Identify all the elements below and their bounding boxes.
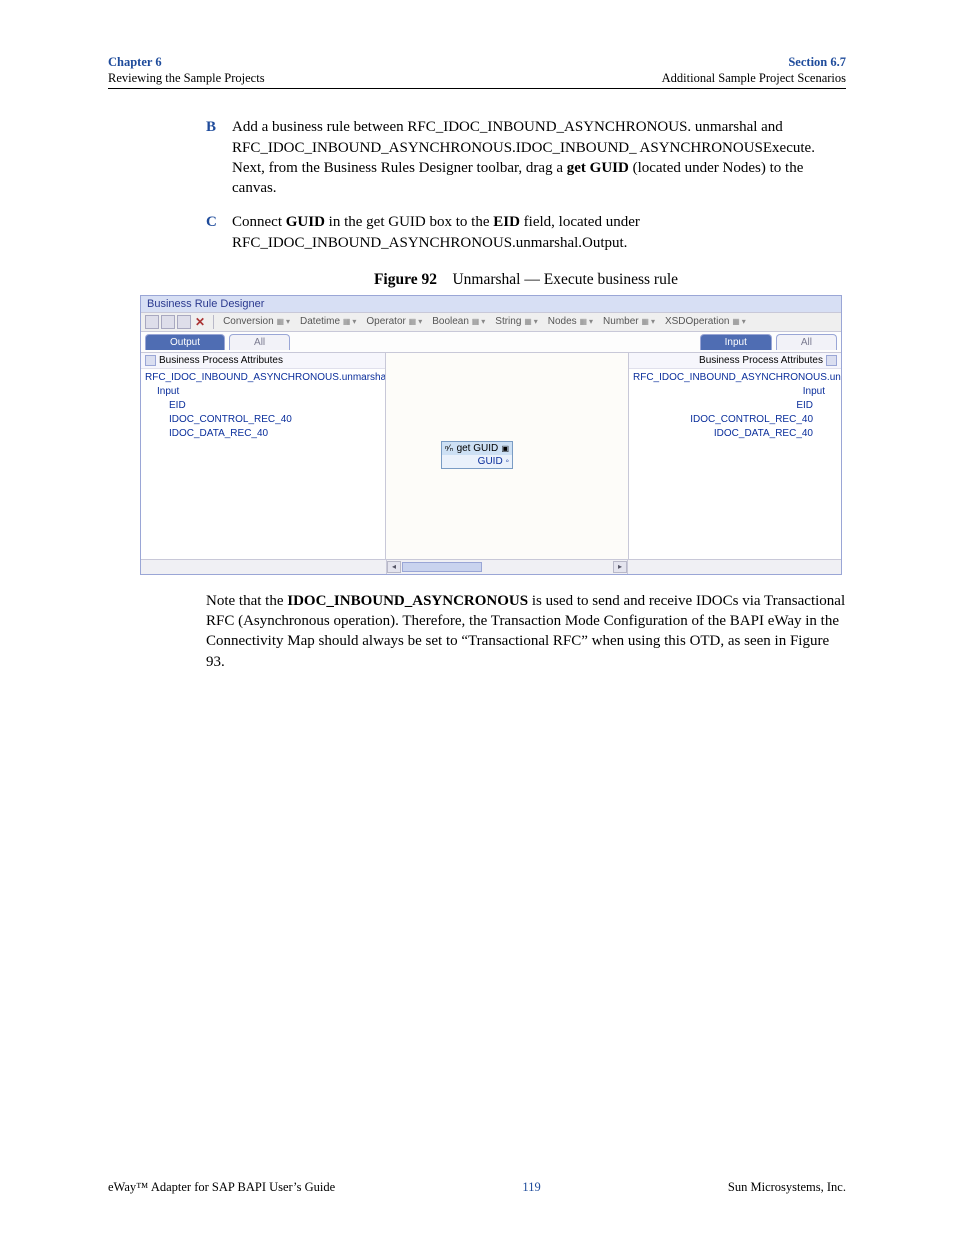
tree-item[interactable]: IDOC_CONTROL_REC_40: [145, 413, 381, 427]
tree-item[interactable]: EID: [145, 399, 381, 413]
toolbar-menu[interactable]: XSDOperation ▦▾: [662, 316, 751, 327]
canvas-node-get-guid[interactable]: ⁿ⁄ₙget GUID▣ GUID ◦: [441, 441, 513, 469]
figure-text: Unmarshal — Execute business rule: [452, 271, 678, 288]
toolbar-menu[interactable]: Boolean ▦▾: [429, 316, 490, 327]
designer-canvas[interactable]: ⁿ⁄ₙget GUID▣ GUID ◦: [386, 353, 628, 559]
step-c-marker: C: [206, 212, 232, 253]
canvas-node-field[interactable]: GUID ◦: [442, 455, 512, 468]
chapter-subtitle: Reviewing the Sample Projects: [108, 71, 265, 87]
step-b: B Add a business rule between RFC_IDOC_I…: [206, 117, 846, 198]
toolbar-menu[interactable]: Nodes ▦▾: [545, 316, 598, 327]
tab-output[interactable]: Output: [145, 334, 225, 350]
scroll-left-button[interactable]: ◂: [387, 561, 401, 573]
toolbar-menu[interactable]: Datetime ▦▾: [297, 316, 361, 327]
tool-icon[interactable]: [161, 315, 175, 329]
horizontal-scrollbar: ◂ ▸: [141, 559, 841, 574]
step-c-b1: GUID: [286, 214, 325, 230]
right-tree-pane: Business Process Attributes RFC_IDOC_INB…: [628, 353, 841, 559]
tree-item[interactable]: IDOC_DATA_REC_40: [633, 427, 837, 441]
page-header: Chapter 6 Reviewing the Sample Projects …: [108, 55, 846, 89]
chapter-title: Chapter 6: [108, 55, 265, 71]
scroll-thumb[interactable]: [402, 562, 482, 572]
footer-page-number: 119: [522, 1180, 540, 1195]
designer-toolbar: ✕ Conversion ▦▾ Datetime ▦▾ Operator ▦▾ …: [141, 312, 841, 332]
step-b-marker: B: [206, 117, 232, 198]
section-title: Section 6.7: [662, 55, 846, 71]
figure-caption: Figure 92 Unmarshal — Execute business r…: [206, 271, 846, 289]
tool-icon[interactable]: [177, 315, 191, 329]
designer-panes: Business Process Attributes RFC_IDOC_INB…: [141, 353, 841, 559]
designer-tabstrip: Output All Input All: [141, 332, 841, 353]
note-pre: Note that the: [206, 593, 287, 609]
tab-all-left[interactable]: All: [229, 334, 290, 350]
left-tree: RFC_IDOC_INBOUND_ASYNCHRONOUS.unmarshal.…: [141, 369, 385, 443]
footer-right: Sun Microsystems, Inc.: [728, 1180, 846, 1195]
step-c-pre: Connect: [232, 214, 286, 230]
tree-item[interactable]: RFC_IDOC_INBOUND_ASYNCHRONOUS.unmarshal.…: [145, 371, 381, 385]
canvas-node-title: get GUID: [457, 443, 499, 454]
note-paragraph: Note that the IDOC_INBOUND_ASYNCRONOUS i…: [206, 591, 846, 672]
right-tree-title: Business Process Attributes: [629, 353, 841, 369]
tree-item[interactable]: RFC_IDOC_INBOUND_ASYNCHRONOUS.unmarshal.…: [633, 371, 837, 385]
tab-all-right[interactable]: All: [776, 334, 837, 350]
tool-icon[interactable]: [145, 315, 159, 329]
scroll-right-button[interactable]: ▸: [613, 561, 627, 573]
tree-item[interactable]: Input: [633, 385, 837, 399]
tree-item[interactable]: IDOC_CONTROL_REC_40: [633, 413, 837, 427]
section-subtitle: Additional Sample Project Scenarios: [662, 71, 846, 87]
right-tree: RFC_IDOC_INBOUND_ASYNCHRONOUS.unmarshal.…: [629, 369, 841, 443]
step-c-b2: EID: [493, 214, 520, 230]
left-tree-pane: Business Process Attributes RFC_IDOC_INB…: [141, 353, 386, 559]
page-footer: eWay™ Adapter for SAP BAPI User’s Guide …: [108, 1168, 846, 1195]
tool-delete-icon[interactable]: ✕: [193, 315, 207, 329]
toolbar-menu[interactable]: Operator ▦▾: [363, 316, 427, 327]
tree-icon: [826, 355, 837, 366]
footer-left: eWay™ Adapter for SAP BAPI User’s Guide: [108, 1180, 335, 1195]
note-bold: IDOC_INBOUND_ASYNCRONOUS: [287, 593, 528, 609]
toolbar-separator: [213, 315, 214, 329]
toolbar-menu[interactable]: String ▦▾: [492, 316, 542, 327]
tree-item[interactable]: IDOC_DATA_REC_40: [145, 427, 381, 441]
tree-item[interactable]: Input: [145, 385, 381, 399]
figure-label: Figure 92: [374, 271, 437, 288]
left-tree-title: Business Process Attributes: [141, 353, 385, 369]
tree-icon: [145, 355, 156, 366]
business-rule-designer: Business Rule Designer ✕ Conversion ▦▾ D…: [140, 295, 842, 575]
toolbar-menu[interactable]: Conversion ▦▾: [220, 316, 295, 327]
step-c-mid: in the get GUID box to the: [325, 214, 493, 230]
tree-item[interactable]: EID: [633, 399, 837, 413]
tab-input[interactable]: Input: [700, 334, 772, 350]
step-b-bold: get GUID: [567, 160, 629, 176]
toolbar-menu[interactable]: Number ▦▾: [600, 316, 660, 327]
step-c: C Connect GUID in the get GUID box to th…: [206, 212, 846, 253]
designer-titlebar: Business Rule Designer: [141, 296, 841, 312]
